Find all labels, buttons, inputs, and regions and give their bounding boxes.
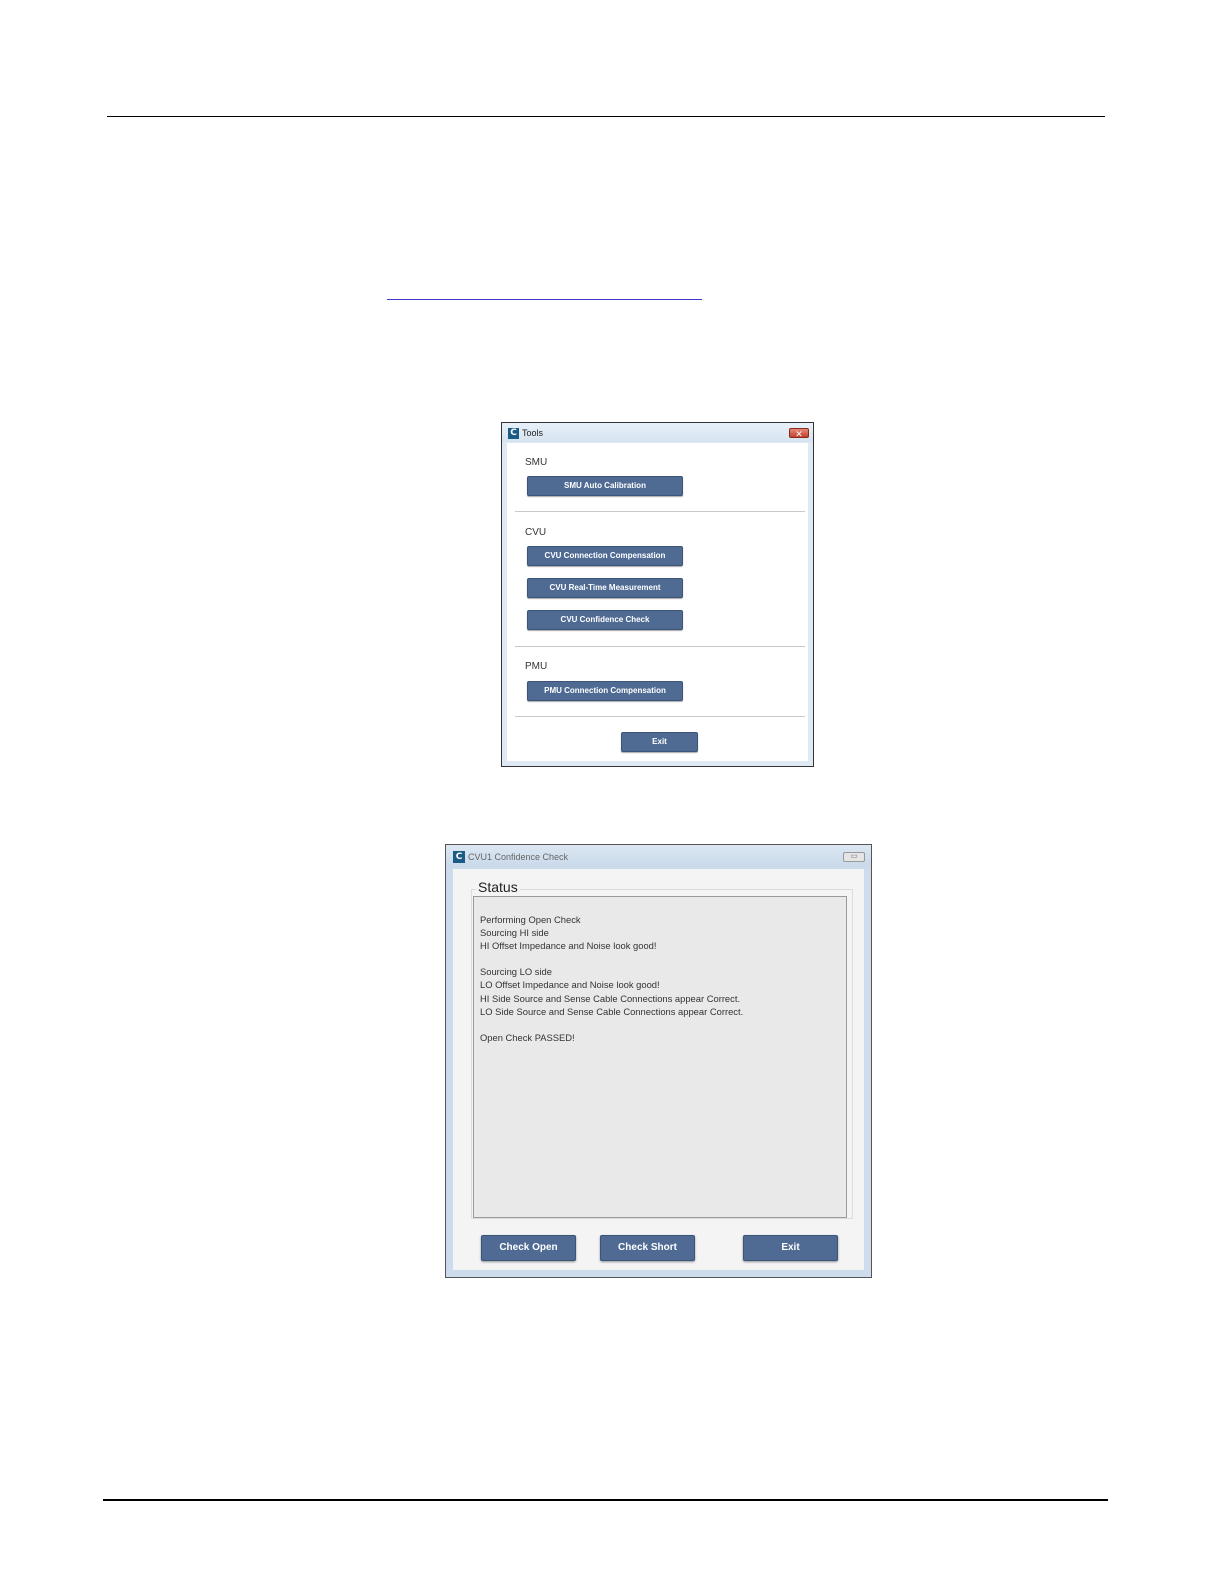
smu-auto-calibration-button[interactable]: SMU Auto Calibration <box>527 476 683 496</box>
check-open-button[interactable]: Check Open <box>481 1235 576 1261</box>
status-label: Status <box>476 879 520 895</box>
app-logo-icon: C <box>508 428 519 439</box>
section-divider <box>515 716 805 717</box>
status-line: Open Check PASSED! <box>480 1031 575 1043</box>
cvu-connection-compensation-button[interactable]: CVU Connection Compensation <box>527 546 683 566</box>
section-label-smu: SMU <box>525 457 548 468</box>
cvu-body: Performing Open Check Sourcing HI side H… <box>453 869 864 1270</box>
tools-body: SMU SMU Auto Calibration CVU CVU Connect… <box>507 443 808 761</box>
window-title: Tools <box>522 428 544 438</box>
section-divider <box>515 646 805 647</box>
status-line: HI Offset Impedance and Noise look good! <box>480 940 657 952</box>
window-title: CVU1 Confidence Check <box>468 852 569 862</box>
cvu-real-time-measurement-button[interactable]: CVU Real-Time Measurement <box>527 578 683 598</box>
status-output[interactable]: Performing Open Check Sourcing HI side H… <box>473 896 847 1218</box>
exit-button[interactable]: Exit <box>743 1235 838 1261</box>
status-line: Sourcing HI side <box>480 927 549 939</box>
status-line: Sourcing LO side <box>480 966 552 978</box>
pmu-connection-compensation-button[interactable]: PMU Connection Compensation <box>527 681 683 701</box>
status-line: LO Side Source and Sense Cable Connectio… <box>480 1005 744 1017</box>
check-short-button[interactable]: Check Short <box>600 1235 695 1261</box>
maximize-icon[interactable]: ▭ <box>843 852 865 862</box>
tools-window: C Tools ✕ SMU SMU Auto Calibration CVU C… <box>501 422 814 767</box>
section-label-cvu: CVU <box>525 527 547 538</box>
cvu-confidence-check-button[interactable]: CVU Confidence Check <box>527 610 683 630</box>
close-icon[interactable]: ✕ <box>789 428 809 439</box>
status-line <box>480 1018 840 1031</box>
page-header-rule <box>107 116 1105 117</box>
hyperlink-underline[interactable] <box>387 299 702 300</box>
cvu-confidence-check-window: C CVU1 Confidence Check ▭ Performing Ope… <box>445 844 872 1278</box>
exit-button[interactable]: Exit <box>621 732 698 752</box>
status-line: HI Side Source and Sense Cable Connectio… <box>480 992 741 1004</box>
section-label-pmu: PMU <box>525 661 548 672</box>
app-logo-icon: C <box>453 851 465 863</box>
status-line: Performing Open Check <box>480 914 581 925</box>
status-line: LO Offset Impedance and Noise look good! <box>480 979 660 991</box>
section-divider <box>515 511 805 512</box>
cvu-titlebar[interactable]: C CVU1 Confidence Check ▭ <box>446 845 871 867</box>
page-footer-rule <box>103 1499 1108 1501</box>
tools-titlebar[interactable]: C Tools ✕ <box>502 423 813 442</box>
status-line <box>480 952 840 965</box>
